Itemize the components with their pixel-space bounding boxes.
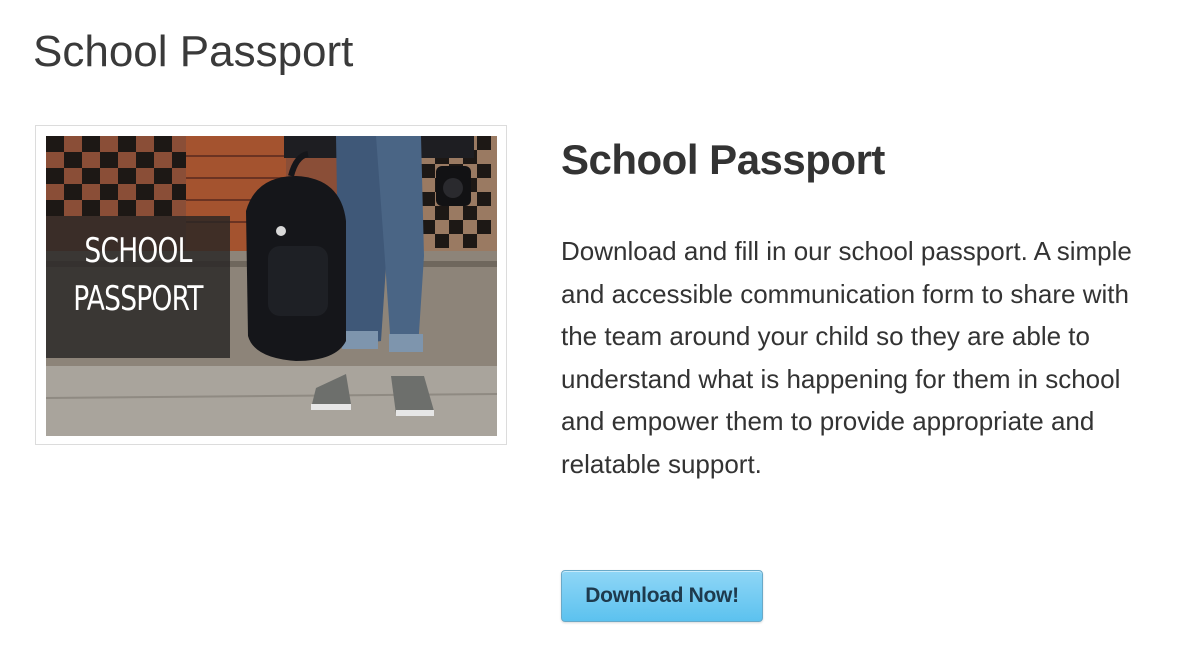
overlay-text-line-1: SCHOOL [84, 231, 192, 271]
content-title: School Passport [561, 136, 885, 183]
feature-image: SCHOOL PASSPORT [46, 136, 497, 436]
download-now-button[interactable]: Download Now! [561, 570, 763, 622]
feature-image-frame: SCHOOL PASSPORT [35, 125, 507, 445]
page: School Passport SCHOOL PASSPORT School P… [0, 0, 1200, 672]
overlay-text-line-2: PASSPORT [73, 279, 203, 319]
content-section: School Passport Download and fill in our… [561, 130, 1161, 485]
page-title: School Passport [33, 27, 354, 76]
description-text: Download and fill in our school passport… [561, 236, 1132, 479]
